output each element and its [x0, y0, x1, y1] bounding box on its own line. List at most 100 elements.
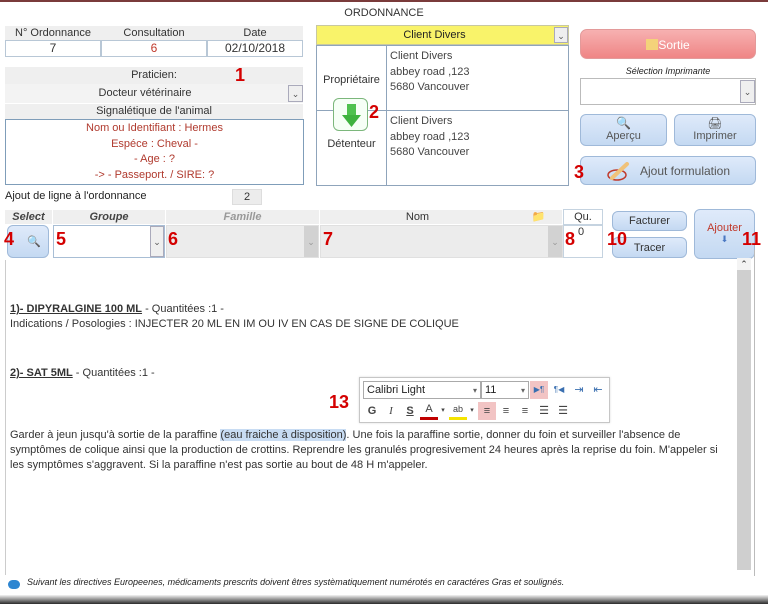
famille-select[interactable]: ⌄: [166, 225, 319, 258]
divider: [754, 250, 755, 590]
annotation-13: 13: [329, 392, 350, 412]
item-1-quantity: - Quantitées :1 -: [142, 303, 224, 315]
annotation-2: 2: [369, 102, 380, 122]
underline-button[interactable]: S: [401, 402, 419, 420]
footer-bar: Suivant les directives Europeenes, médic…: [5, 576, 755, 592]
font-color-button[interactable]: A: [420, 402, 438, 420]
chevron-down-icon[interactable]: ▾: [468, 402, 476, 420]
folder-icon[interactable]: 📁: [515, 210, 562, 224]
animal-label: Signalétique de l'animal: [5, 104, 303, 119]
proprietaire-name: Client Divers: [390, 50, 453, 62]
ajout-formulation-label: Ajout formulation: [639, 164, 731, 178]
ajout-ligne-count[interactable]: 2: [232, 189, 262, 205]
groupe-select[interactable]: ⌄: [53, 225, 165, 258]
item-2-quantity: - Quantitées :1 -: [72, 367, 155, 379]
magnifier-icon: 🔍: [616, 116, 631, 130]
animal-age: - Age : ?: [134, 153, 175, 165]
chevron-down-icon: ▾: [472, 386, 477, 395]
item-2-title: 2)- SAT 5ML: [10, 367, 73, 379]
famille-value: [169, 226, 299, 257]
quantity-value: 0: [578, 226, 585, 238]
align-center-icon[interactable]: ≡: [497, 402, 515, 420]
imprimer-button[interactable]: 🖨 Imprimer: [674, 114, 756, 146]
sortie-label: Sortie: [658, 38, 690, 52]
window-top-border: [0, 0, 768, 2]
chevron-down-icon[interactable]: ⌄: [548, 226, 562, 257]
chevron-down-icon[interactable]: ⌄: [304, 226, 318, 257]
highlight-button[interactable]: ab: [449, 402, 467, 420]
outdent-icon[interactable]: ⇤: [589, 381, 607, 399]
font-family-select[interactable]: Calibri Light ▾: [363, 381, 481, 399]
ajout-formulation-button[interactable]: Ajout formulation: [580, 156, 756, 185]
rtl-direction-icon[interactable]: ¶◀: [550, 381, 568, 399]
date-field[interactable]: 02/10/2018: [207, 40, 303, 57]
bold-button[interactable]: G: [363, 402, 381, 420]
info-bubble-icon: [8, 580, 20, 589]
praticien-select[interactable]: Docteur vétérinaire ⌄: [5, 84, 303, 103]
sortie-button[interactable]: Sortie: [580, 29, 756, 59]
ltr-direction-icon[interactable]: ▶¶: [530, 381, 548, 399]
date-label: Date: [207, 26, 303, 40]
annotation-3: 3: [574, 162, 585, 182]
chevron-down-icon[interactable]: ⌄: [740, 80, 755, 103]
item-2-instructions: Garder à jeun jusqu'à sortie de la paraf…: [10, 428, 730, 473]
proprietaire-street: abbey road ,123: [390, 65, 470, 78]
ordonnance-label: N° Ordonnance: [5, 26, 101, 40]
footer-note: Suivant les directives Europeenes, médic…: [27, 577, 565, 587]
annotation-4: 4: [4, 229, 15, 249]
nom-value: [323, 226, 543, 257]
imprimer-label: Imprimer: [693, 130, 737, 142]
chevron-down-icon[interactable]: ⌄: [288, 85, 303, 102]
printer-icon: 🖨: [707, 116, 723, 130]
client-select[interactable]: Client Divers ⌄: [316, 25, 569, 45]
chevron-down-icon[interactable]: ▾: [439, 402, 447, 420]
chevron-down-icon: ▾: [520, 386, 525, 395]
apercu-button[interactable]: 🔍 Aperçu: [580, 114, 667, 146]
nom-select[interactable]: ⌄: [320, 225, 563, 258]
annotation-11: 11: [742, 229, 762, 249]
annotation-5: 5: [56, 229, 67, 249]
groupe-label: Groupe: [53, 210, 165, 224]
annotation-10: 10: [607, 229, 628, 249]
indent-icon[interactable]: ⇥: [570, 381, 588, 399]
align-right-icon[interactable]: ≡: [516, 402, 534, 420]
animal-species: Espéce : Cheval -: [111, 137, 198, 150]
search-icon: 🔍: [27, 236, 41, 248]
font-family-value: Calibri Light: [367, 384, 426, 396]
scroll-up-button[interactable]: ⌃: [737, 258, 751, 270]
ordonnance-number-field[interactable]: 7: [5, 40, 101, 57]
italic-button[interactable]: I: [382, 402, 400, 420]
proprietaire-label: Propriétaire: [323, 74, 380, 86]
annotation-7: 7: [323, 229, 334, 249]
client-value: Client Divers: [403, 29, 466, 41]
align-left-icon[interactable]: ≡: [478, 402, 496, 420]
annotation-8: 8: [565, 229, 576, 249]
item-1-title: 1)- DIPYRALGINE 100 ML: [10, 303, 143, 315]
instructions-text: Garder à jeun jusqu'à sortie de la paraf…: [10, 429, 221, 441]
font-size-select[interactable]: 11 ▾: [481, 381, 529, 399]
font-size-value: 11: [485, 384, 497, 396]
proprietaire-address: Client Divers abbey road ,123 5680 Vanco…: [390, 49, 470, 96]
consultation-number-field[interactable]: 6: [101, 40, 207, 57]
numbered-list-icon[interactable]: ☰: [535, 402, 553, 420]
detenteur-street: abbey road ,123: [390, 130, 470, 143]
consultation-label: Consultation: [101, 26, 207, 40]
imprimante-label: Sélection Imprimante: [625, 66, 711, 76]
exit-icon: [646, 39, 659, 50]
item-1-indications: Indications / Posologies : INJECTER 20 M…: [10, 318, 459, 330]
vertical-scrollbar[interactable]: [737, 270, 751, 570]
annotation-6: 6: [168, 229, 179, 249]
item-1-heading: 1)- DIPYRALGINE 100 ML - Quantitées :1 -: [10, 302, 730, 317]
chevron-down-icon[interactable]: ⌄: [150, 226, 164, 257]
arrow-down-icon: [342, 104, 361, 127]
bullet-list-icon[interactable]: ☰: [554, 402, 572, 420]
pencil-icon: [607, 161, 629, 181]
animal-passport: -> - Passeport. / SIRE: ?: [94, 168, 215, 181]
selected-text: (eau fraiche à disposition): [220, 429, 347, 441]
facturer-button[interactable]: Facturer: [612, 211, 687, 231]
imprimante-select[interactable]: ⌄: [580, 78, 756, 105]
copy-to-detenteur-button[interactable]: [333, 98, 368, 131]
imprimante-value: [581, 79, 737, 104]
chevron-down-icon[interactable]: ⌄: [554, 27, 568, 43]
famille-label: Famille: [166, 210, 319, 224]
